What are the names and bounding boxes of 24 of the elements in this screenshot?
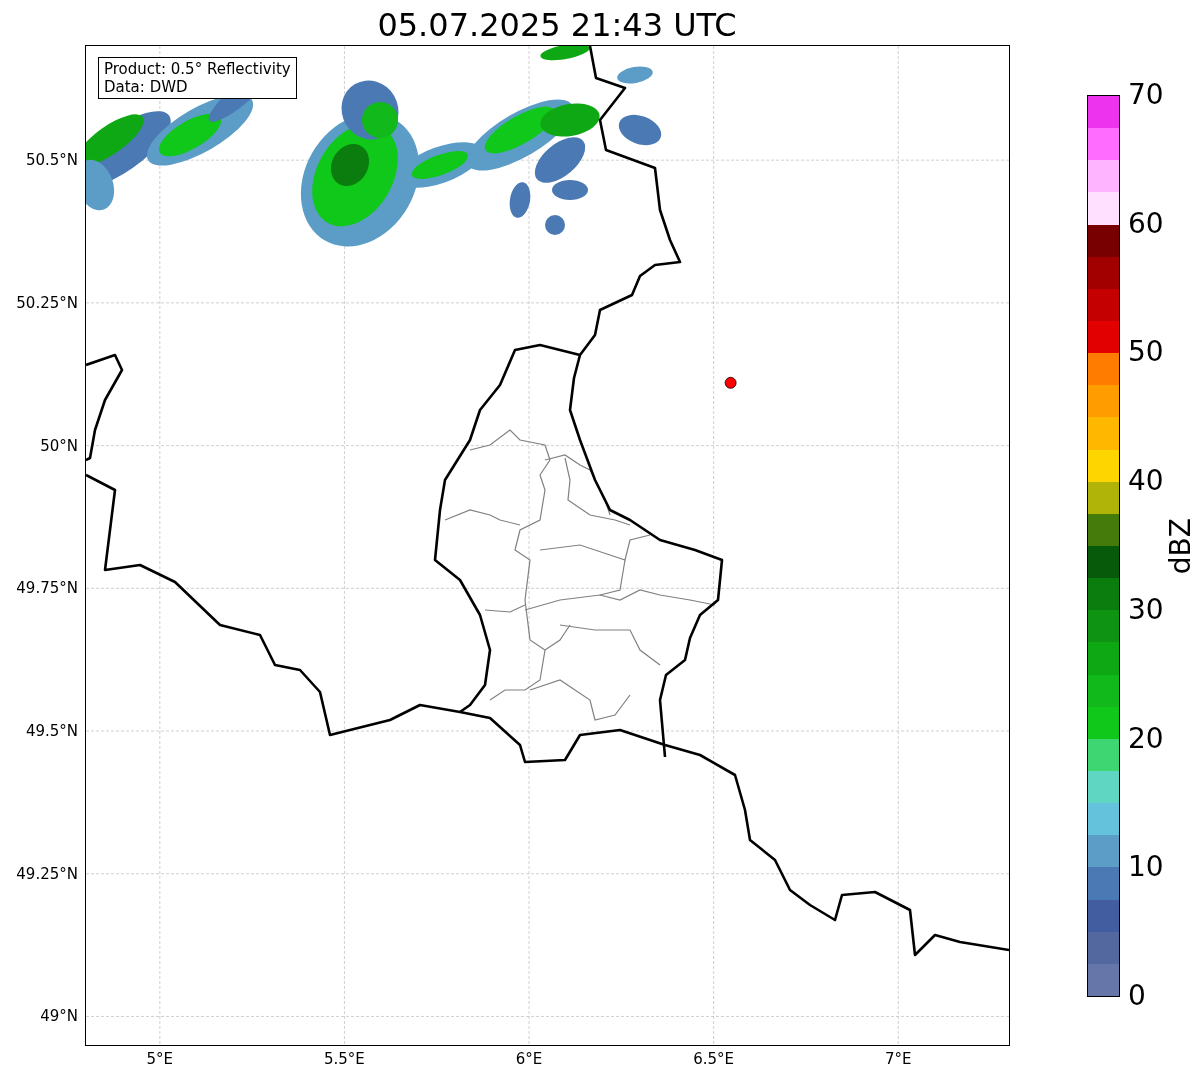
axis-label: 6.5°E bbox=[693, 1050, 735, 1068]
colorbar-tick-label: 10 bbox=[1128, 851, 1164, 884]
axis-label: 50.5°N bbox=[25, 151, 78, 170]
axis-label: 50°N bbox=[40, 436, 78, 455]
colorbar-tick-label: 60 bbox=[1128, 207, 1164, 240]
colorbar-tick-label: 30 bbox=[1128, 593, 1164, 626]
axis-label: 49.75°N bbox=[16, 579, 78, 598]
axis-label: 50.25°N bbox=[16, 293, 78, 312]
axis-label: 49.5°N bbox=[25, 722, 78, 740]
colorbar-tick-label: 70 bbox=[1128, 79, 1164, 111]
legend-text: Product: 0.5° Reflectivity bbox=[104, 60, 291, 78]
axis-label: 49.25°N bbox=[16, 864, 78, 883]
axis-label: 49°N bbox=[40, 1007, 78, 1026]
chart-title: 05.07.2025 21:43 UTC bbox=[377, 5, 737, 45]
axis-label: 5°E bbox=[146, 1050, 174, 1068]
colorbar-tick-label: 50 bbox=[1128, 336, 1164, 369]
axis-label: 6°E bbox=[515, 1050, 543, 1068]
colorbar-tick-label: 40 bbox=[1128, 465, 1164, 498]
colorbar-tick-label: 20 bbox=[1128, 722, 1164, 755]
colorbar-tick-label: 0 bbox=[1128, 980, 1146, 1012]
axis-label: 7°E bbox=[884, 1050, 912, 1068]
legend-text: Data: DWD bbox=[104, 78, 189, 96]
colorbar-label: dBZ bbox=[1163, 517, 1198, 575]
axis-label: 5.5°E bbox=[324, 1050, 365, 1068]
